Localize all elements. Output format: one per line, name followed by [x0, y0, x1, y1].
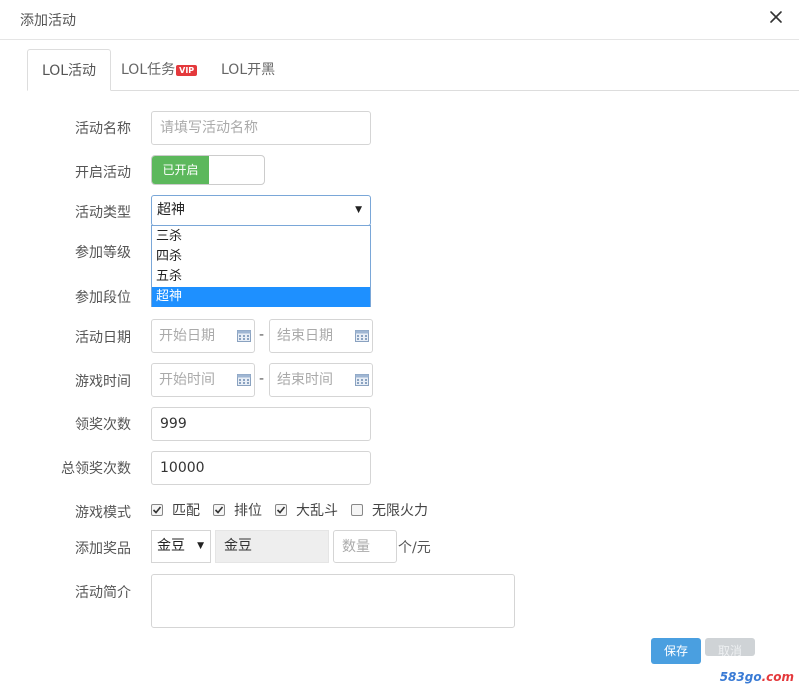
mode-checkbox-urf[interactable]: 无限火力	[351, 501, 428, 519]
caret-down-icon: ▼	[197, 541, 204, 551]
watermark: 583go.com	[720, 670, 794, 684]
toggle-on-text: 已开启	[152, 156, 209, 184]
mode-checkbox-aram[interactable]: 大乱斗	[275, 501, 338, 519]
name-label: 活动名称	[75, 121, 131, 137]
level-label: 参加等级	[75, 245, 131, 261]
enable-label: 开启活动	[75, 165, 131, 181]
end-date-input[interactable]	[270, 320, 350, 352]
start-time-field	[151, 363, 255, 397]
calendar-icon[interactable]	[355, 373, 369, 386]
activity-type-select[interactable]: 超神 ▼	[151, 195, 371, 226]
modes-label: 游戏模式	[75, 505, 131, 521]
total-claim-label: 总领奖次数	[61, 461, 131, 477]
date-label: 活动日期	[75, 330, 131, 346]
tab-label: LOL开黑	[221, 62, 276, 78]
prize-quantity-input[interactable]	[333, 530, 397, 563]
total-claim-input[interactable]	[151, 451, 371, 485]
end-time-field	[269, 363, 373, 397]
tab-label: LOL任务	[121, 62, 176, 78]
watermark-prefix: 583go	[719, 670, 762, 684]
end-date-field	[269, 319, 373, 353]
checkbox-checked[interactable]	[275, 504, 287, 516]
prize-unit: 个/元	[398, 540, 431, 556]
checkbox-checked[interactable]	[213, 504, 225, 516]
tab-lol-activity[interactable]: LOL活动	[27, 49, 111, 91]
checkbox-label: 无限火力	[372, 503, 428, 519]
tab-label: LOL活动	[41, 63, 97, 79]
start-date-input[interactable]	[152, 320, 232, 352]
activity-type-dropdown: 三杀 四杀 五杀 超神	[151, 225, 371, 307]
calendar-icon[interactable]	[355, 329, 369, 342]
dropdown-option-selected[interactable]: 超神	[152, 287, 370, 307]
select-value: 超神	[157, 202, 185, 218]
start-date-field	[151, 319, 255, 353]
rank-label: 参加段位	[75, 290, 131, 306]
dropdown-option[interactable]: 五杀	[152, 267, 370, 287]
checkbox-checked[interactable]	[151, 504, 163, 516]
time-label: 游戏时间	[75, 374, 131, 390]
end-time-input[interactable]	[270, 364, 350, 396]
date-separator: -	[259, 327, 265, 343]
save-button[interactable]: 保存	[651, 638, 701, 664]
prize-name-readonly: 金豆	[215, 530, 329, 563]
prize-label: 添加奖品	[75, 541, 131, 557]
dropdown-option[interactable]: 三杀	[152, 227, 370, 247]
checkbox-label: 排位	[234, 503, 262, 519]
type-label: 活动类型	[75, 205, 131, 221]
start-time-input[interactable]	[152, 364, 232, 396]
vip-badge: VIP	[176, 65, 198, 76]
checkbox-unchecked[interactable]	[351, 504, 363, 516]
prize-type-select[interactable]: 金豆 ▼	[151, 530, 211, 563]
intro-textarea[interactable]	[151, 574, 515, 628]
dialog-title: 添加活动	[20, 13, 76, 29]
calendar-icon[interactable]	[237, 373, 251, 386]
dialog-header: 添加活动	[0, 0, 799, 40]
calendar-icon[interactable]	[237, 329, 251, 342]
tab-lol-task[interactable]: LOL任务 VIP	[121, 49, 198, 91]
mode-checkbox-match[interactable]: 匹配	[151, 501, 200, 519]
dropdown-option[interactable]: 四杀	[152, 247, 370, 267]
time-separator: -	[259, 371, 265, 387]
intro-label: 活动简介	[75, 585, 131, 601]
claim-count-label: 领奖次数	[75, 417, 131, 433]
select-value: 金豆	[157, 538, 185, 554]
watermark-suffix: .com	[761, 670, 794, 684]
tab-lol-team[interactable]: LOL开黑	[221, 49, 275, 91]
checkbox-label: 匹配	[172, 503, 200, 519]
close-icon[interactable]	[769, 10, 783, 24]
claim-count-input[interactable]	[151, 407, 371, 441]
mode-checkbox-ranked[interactable]: 排位	[213, 501, 262, 519]
enable-toggle[interactable]: 已开启	[151, 155, 265, 185]
tab-bar: LOL活动 LOL任务 VIP LOL开黑	[0, 40, 799, 91]
cancel-button[interactable]: 取消	[705, 638, 755, 656]
caret-down-icon: ▼	[355, 205, 362, 215]
activity-name-input[interactable]	[151, 111, 371, 145]
checkbox-label: 大乱斗	[296, 503, 338, 519]
